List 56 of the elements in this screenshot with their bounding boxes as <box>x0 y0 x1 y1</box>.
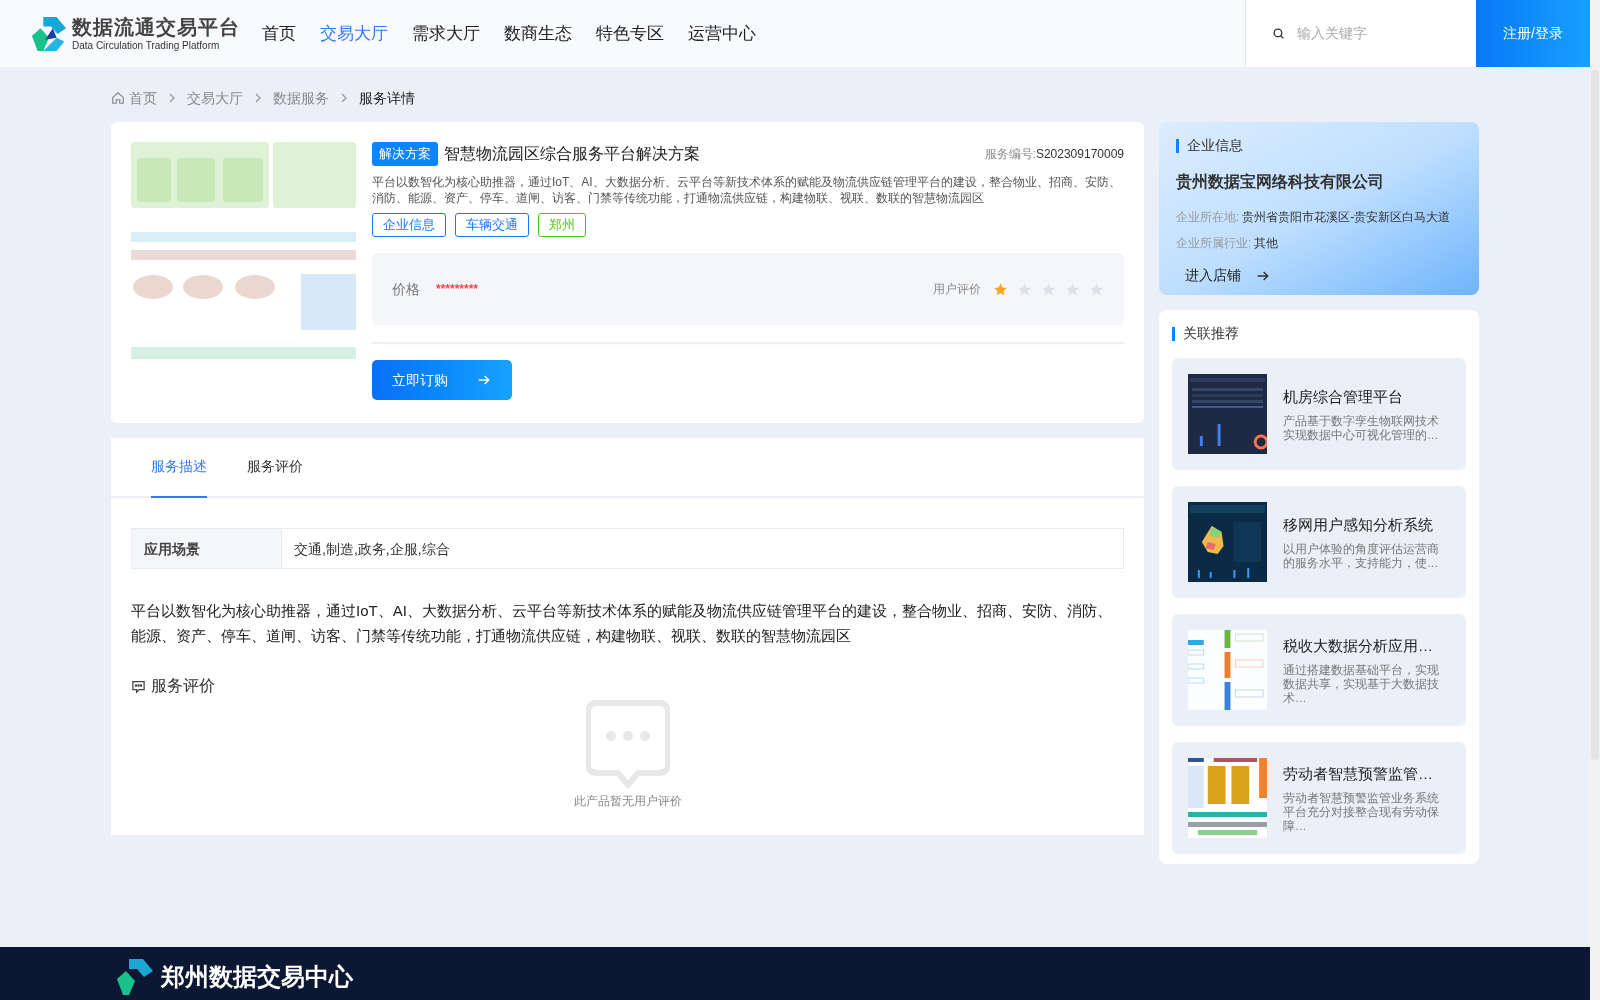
search-icon <box>1272 27 1285 40</box>
nav-link[interactable]: 特色专区 <box>596 0 664 67</box>
tag: 企业信息 <box>372 213 446 237</box>
nav-link[interactable]: 运营中心 <box>688 0 756 67</box>
service-code: 服务编号:S202309170009 <box>984 146 1124 163</box>
table-cell: 交通,制造,政务,企服,综合 <box>281 529 1123 568</box>
nav-link[interactable]: 需求大厅 <box>412 0 480 67</box>
price-value: ********* <box>436 281 479 298</box>
rating-label: 用户评价 <box>933 281 981 298</box>
related-description: 产品基于数字孪生物联网技术实现数据中心可视化管理的… <box>1283 414 1440 443</box>
star-icon <box>993 281 1008 297</box>
related-item[interactable]: 劳动者智慧预警监管… 劳动者智慧预警监管业务系统平台充分对接整合现有劳动保障… <box>1172 742 1466 854</box>
industry-value: 其他 <box>1254 235 1279 252</box>
breadcrumb-link[interactable]: 服务详情 <box>359 87 415 109</box>
tag: 车辆交通 <box>455 213 529 237</box>
chevron-right-icon <box>167 93 177 103</box>
company-name: 贵州数据宝网络科技有限公司 <box>1176 172 1385 193</box>
related-description: 以用户体验的角度评估运营商的服务水平，支持能力，使… <box>1283 542 1440 571</box>
chevron-right-icon <box>339 93 349 103</box>
related-item[interactable]: 税收大数据分析应用… 通过搭建数据基础平台，实现数据共享，实现基于大数据技术… <box>1172 614 1466 726</box>
product-summary: 平台以数智化为核心助推器，通过IoT、AI、大数据分析、云平台等新技术体系的赋能及物流供应链管理平台的建设，整合物业、招商、安防、消防、能源、资产、停车、道闸、访客、门禁等传统功能，打通物流供应链，构建物联、视联、数联的智慧物流园区 <box>372 174 1122 206</box>
related-title: 劳动者智慧预警监管… <box>1283 763 1434 784</box>
logo-subtitle: Data Circulation Trading Platform <box>72 39 221 52</box>
category-badge: 解决方案 <box>372 142 438 166</box>
industry-label: 企业所属行业: <box>1176 235 1252 252</box>
comment-icon <box>131 678 146 694</box>
footer-title: 郑州数据交易中心 <box>161 962 353 992</box>
section-heading: 企业信息 <box>1187 136 1243 155</box>
section-heading: 关联推荐 <box>1183 324 1239 343</box>
location-label: 企业所在地: <box>1176 209 1240 226</box>
tab[interactable]: 服务描述 <box>151 438 207 498</box>
nav-link[interactable]: 首页 <box>262 0 296 67</box>
home-icon <box>111 91 125 105</box>
reviews-heading: 服务评价 <box>151 676 215 696</box>
footer-logo-icon <box>115 957 155 997</box>
logo-title: 数据流通交易平台 <box>72 15 240 39</box>
related-description: 通过搭建数据基础平台，实现数据共享，实现基于大数据技术… <box>1283 663 1440 706</box>
price-label: 价格 <box>392 279 420 299</box>
tag: 郑州 <box>538 213 586 237</box>
chevron-right-icon <box>253 93 263 103</box>
product-title: 智慧物流园区综合服务平台解决方案 <box>444 144 700 164</box>
order-button[interactable]: 立即订购 <box>372 360 512 400</box>
related-description: 劳动者智慧预警监管业务系统平台充分对接整合现有劳动保障… <box>1283 791 1440 834</box>
empty-reviews-text: 此产品暂无用户评价 <box>573 793 682 810</box>
related-title: 机房综合管理平台 <box>1283 386 1404 407</box>
enter-shop-link[interactable]: 进入店铺 <box>1185 265 1271 286</box>
table-header-cell: 应用场景 <box>132 529 281 568</box>
nav-link[interactable]: 交易大厅 <box>320 0 388 67</box>
related-item[interactable]: 机房综合管理平台 产品基于数字孪生物联网技术实现数据中心可视化管理的… <box>1172 358 1466 470</box>
related-item[interactable]: 移网用户感知分析系统 以用户体验的角度评估运营商的服务水平，支持能力，使… <box>1172 486 1466 598</box>
tab[interactable]: 服务评价 <box>247 438 303 498</box>
related-title: 税收大数据分析应用… <box>1283 635 1434 656</box>
description-text: 平台以数智化为核心助推器，通过IoT、AI、大数据分析、云平台等新技术体系的赋能及物流供应链管理平台的建设，整合物业、招商、安防、消防、能源、资产、停车、道闸、访客、门禁等传统功能，打通物流供应链，构建物联、视联、数联的智慧物流园区 <box>131 601 1113 646</box>
related-title: 移网用户感知分析系统 <box>1283 514 1434 535</box>
location-value: 贵州省贵阳市花溪区-贵安新区白马大道 <box>1242 209 1451 226</box>
nav-link[interactable]: 数商生态 <box>504 0 572 67</box>
